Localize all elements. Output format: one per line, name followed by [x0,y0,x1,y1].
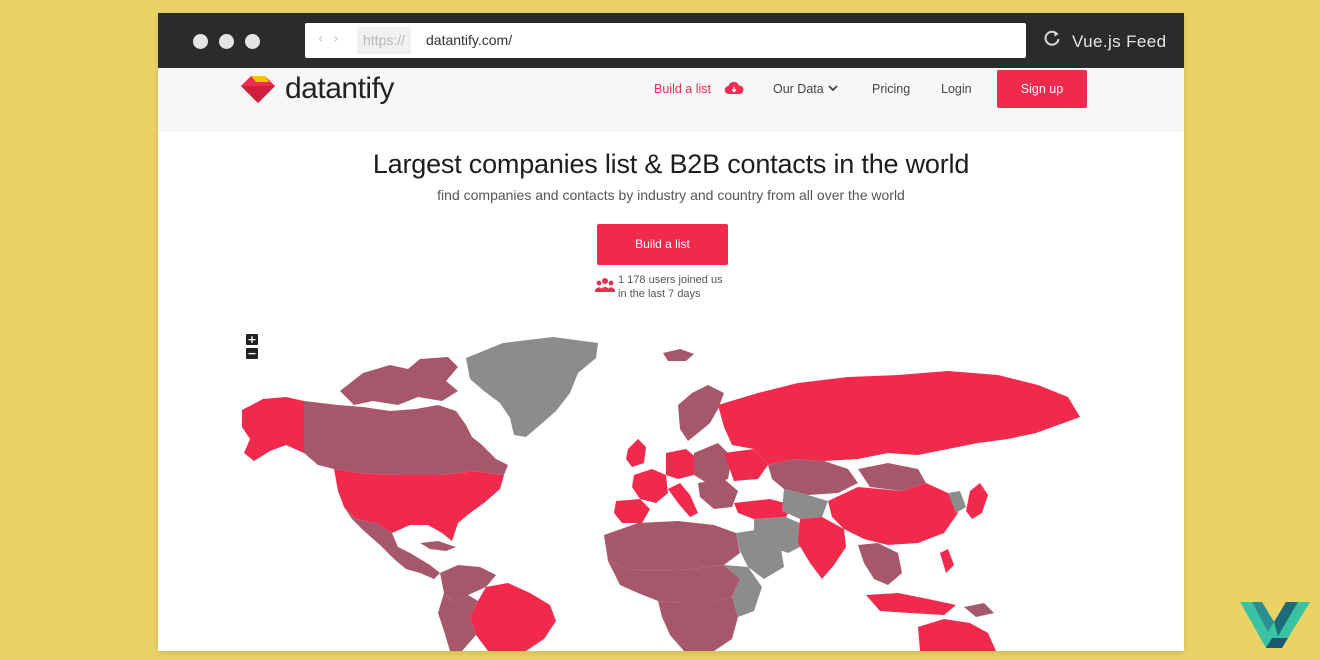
page-subtitle: find companies and contacts by industry … [437,187,905,203]
map-country-central-europe [694,443,732,485]
map-country-scandinavia [678,385,724,441]
nav-our-data[interactable]: Our Data [773,82,824,96]
sign-up-button[interactable]: Sign up [997,70,1087,108]
map-country-alaska [242,397,304,461]
page-title: Largest companies list & B2B contacts in… [372,149,970,179]
users-joined-text: 1 178 users joined us in the last 7 days [618,273,723,301]
users-joined-line1: 1 178 users joined us [618,274,723,286]
map-country-spain [614,499,650,523]
map-country-greenland [466,337,598,437]
users-icon [595,278,615,292]
map-country-germany [666,449,698,479]
map-country-china [828,483,958,545]
vuejs-feed-logo-icon [1240,602,1310,648]
users-joined-line2: in the last 7 days [618,288,701,300]
nav-build-a-list[interactable]: Build a list [654,82,711,96]
map-country-canada-islands [340,357,458,405]
map-country-papua [964,603,994,617]
cloud-download-icon[interactable] [724,81,744,95]
map-country-uk [626,439,646,467]
map-country-indonesia [866,593,956,615]
map-country-italy [668,483,698,517]
map-country-philippines [940,549,954,573]
map-country-usa [334,469,504,541]
build-a-list-button[interactable]: Build a list [597,224,728,265]
logo-text[interactable]: datantify [285,72,394,106]
map-country-se-asia [858,543,902,585]
nav-pricing[interactable]: Pricing [872,82,910,96]
map-country-caribbean [420,541,456,551]
nav-login[interactable]: Login [941,82,972,96]
zoom-in-button[interactable]: + [246,334,258,345]
chevron-down-icon[interactable] [828,85,838,92]
site-header: datantify Build a list Our Data Pricing … [158,68,1184,132]
browser-window: ‹ › https:// datantify.com/ Vue.js Feed [158,13,1184,651]
map-country-russia [718,371,1080,465]
map-country-canada [304,401,508,475]
map-country-kazakhstan [768,459,858,495]
map-country-australia [918,619,996,651]
map-country-central-africa [658,597,738,651]
map-country-iceland [663,349,694,361]
map-country-balkans [698,479,738,509]
map-country-india [798,517,846,579]
map-country-japan [966,483,988,519]
zoom-out-button[interactable]: − [246,348,258,359]
datantify-logo-icon[interactable] [238,74,278,104]
map-country-france [632,469,668,503]
map-country-brazil [470,583,556,651]
map-country-north-africa [604,521,740,571]
